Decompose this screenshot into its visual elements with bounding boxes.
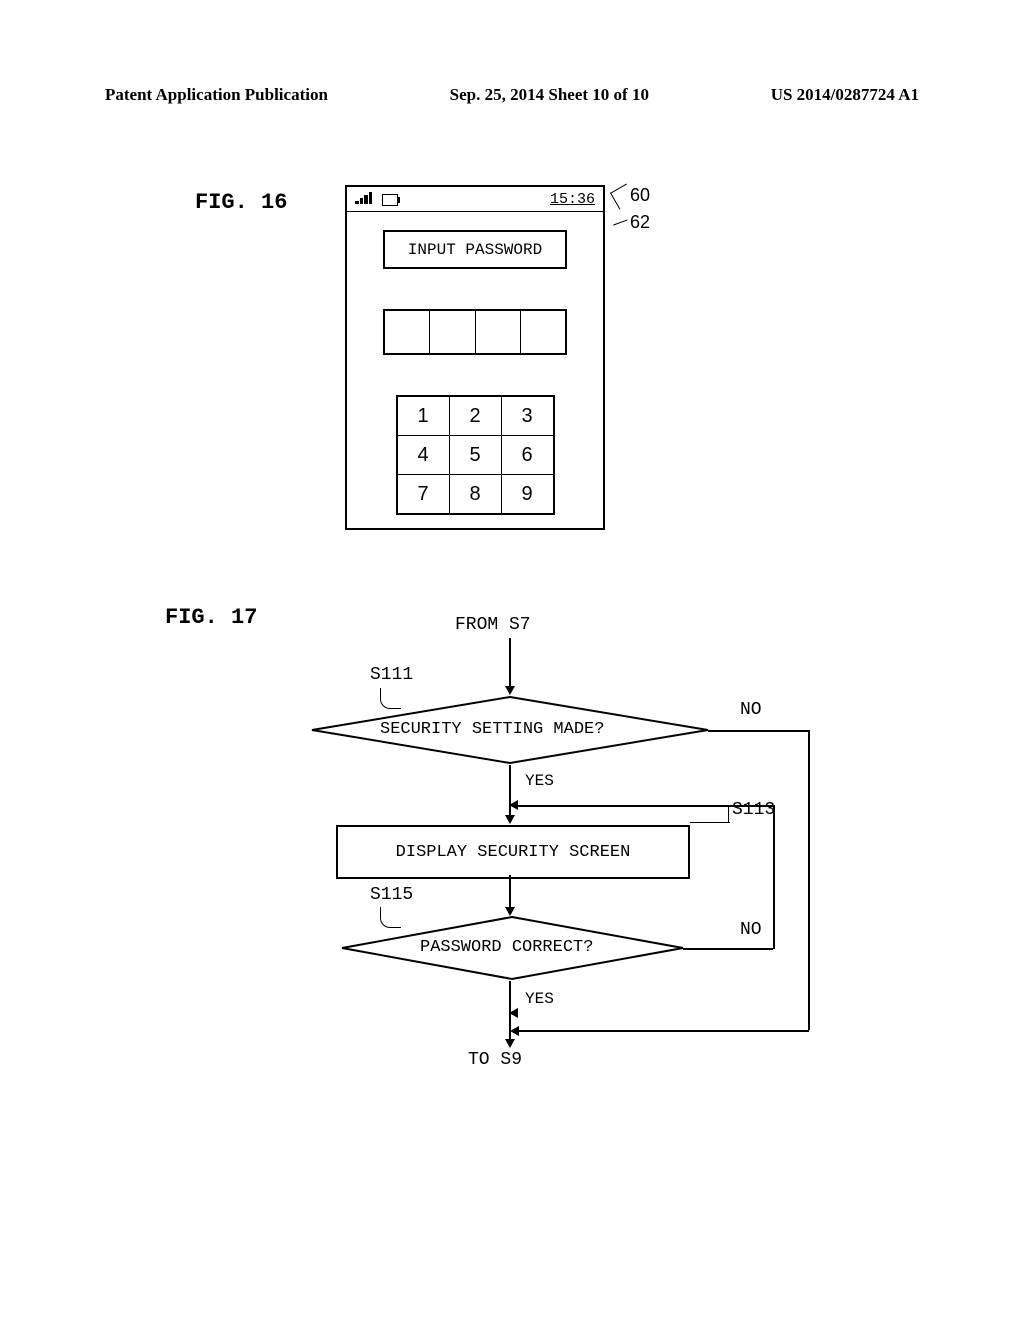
to-s9-label: TO S9 bbox=[468, 1050, 522, 1070]
flow-line bbox=[808, 730, 810, 1030]
flow-line bbox=[683, 948, 773, 950]
process-display-security-screen: DISPLAY SECURITY SCREEN bbox=[336, 825, 690, 879]
flow-line bbox=[773, 805, 775, 949]
battery-icon bbox=[382, 194, 398, 206]
key-5[interactable]: 5 bbox=[450, 436, 502, 475]
s113-lead-line-h bbox=[690, 822, 730, 824]
flow-line bbox=[518, 805, 774, 807]
phone-screen: 15:36 INPUT PASSWORD 1 2 3 4 5 6 7 8 9 bbox=[345, 185, 605, 530]
arrow-down-icon bbox=[505, 815, 515, 824]
numeric-keypad: 1 2 3 4 5 6 7 8 9 bbox=[396, 395, 555, 515]
arrow-merge-icon bbox=[510, 1026, 519, 1036]
flow-line bbox=[509, 875, 511, 909]
branch-yes-2: YES bbox=[525, 990, 554, 1008]
key-9[interactable]: 9 bbox=[502, 475, 553, 513]
branch-yes-1: YES bbox=[525, 772, 554, 790]
header-right: US 2014/0287724 A1 bbox=[771, 85, 919, 105]
arrow-merge-icon bbox=[509, 1008, 518, 1018]
key-7[interactable]: 7 bbox=[398, 475, 450, 513]
flow-line bbox=[708, 730, 808, 732]
s113-lead-line-v bbox=[728, 805, 730, 823]
key-6[interactable]: 6 bbox=[502, 436, 553, 475]
callout-62: 62 bbox=[630, 212, 650, 233]
step-s115-label: S115 bbox=[370, 885, 413, 905]
password-field-row[interactable] bbox=[383, 309, 567, 355]
branch-no-1: NO bbox=[740, 700, 762, 720]
decision-password-correct-text: PASSWORD CORRECT? bbox=[420, 938, 593, 957]
arrow-merge-icon bbox=[509, 800, 518, 810]
status-bar: 15:36 bbox=[347, 187, 603, 212]
step-s113-label: S113 bbox=[732, 800, 775, 820]
flow-line bbox=[509, 638, 511, 688]
clock-time: 15:36 bbox=[550, 191, 595, 208]
arrow-down-icon bbox=[505, 686, 515, 695]
header-left: Patent Application Publication bbox=[105, 85, 328, 105]
arrow-down-icon bbox=[505, 1039, 515, 1048]
input-password-label: INPUT PASSWORD bbox=[383, 230, 567, 269]
password-digit-3[interactable] bbox=[476, 311, 521, 353]
key-2[interactable]: 2 bbox=[450, 397, 502, 436]
password-digit-2[interactable] bbox=[430, 311, 475, 353]
key-4[interactable]: 4 bbox=[398, 436, 450, 475]
password-digit-4[interactable] bbox=[521, 311, 565, 353]
header-center: Sep. 25, 2014 Sheet 10 of 10 bbox=[450, 85, 649, 105]
figure-16-label: FIG. 16 bbox=[195, 190, 287, 215]
lead-line-62 bbox=[613, 219, 628, 226]
key-1[interactable]: 1 bbox=[398, 397, 450, 436]
password-digit-1[interactable] bbox=[385, 311, 430, 353]
from-s7-label: FROM S7 bbox=[455, 615, 531, 635]
decision-security-setting-text: SECURITY SETTING MADE? bbox=[380, 720, 604, 739]
branch-no-2: NO bbox=[740, 920, 762, 940]
figure-17-label: FIG. 17 bbox=[165, 605, 257, 630]
signal-battery-group bbox=[355, 191, 398, 207]
step-s111-label: S111 bbox=[370, 665, 413, 685]
key-3[interactable]: 3 bbox=[502, 397, 553, 436]
signal-icon bbox=[355, 192, 372, 204]
flow-line bbox=[518, 1030, 809, 1032]
key-8[interactable]: 8 bbox=[450, 475, 502, 513]
page-header: Patent Application Publication Sep. 25, … bbox=[105, 85, 919, 105]
